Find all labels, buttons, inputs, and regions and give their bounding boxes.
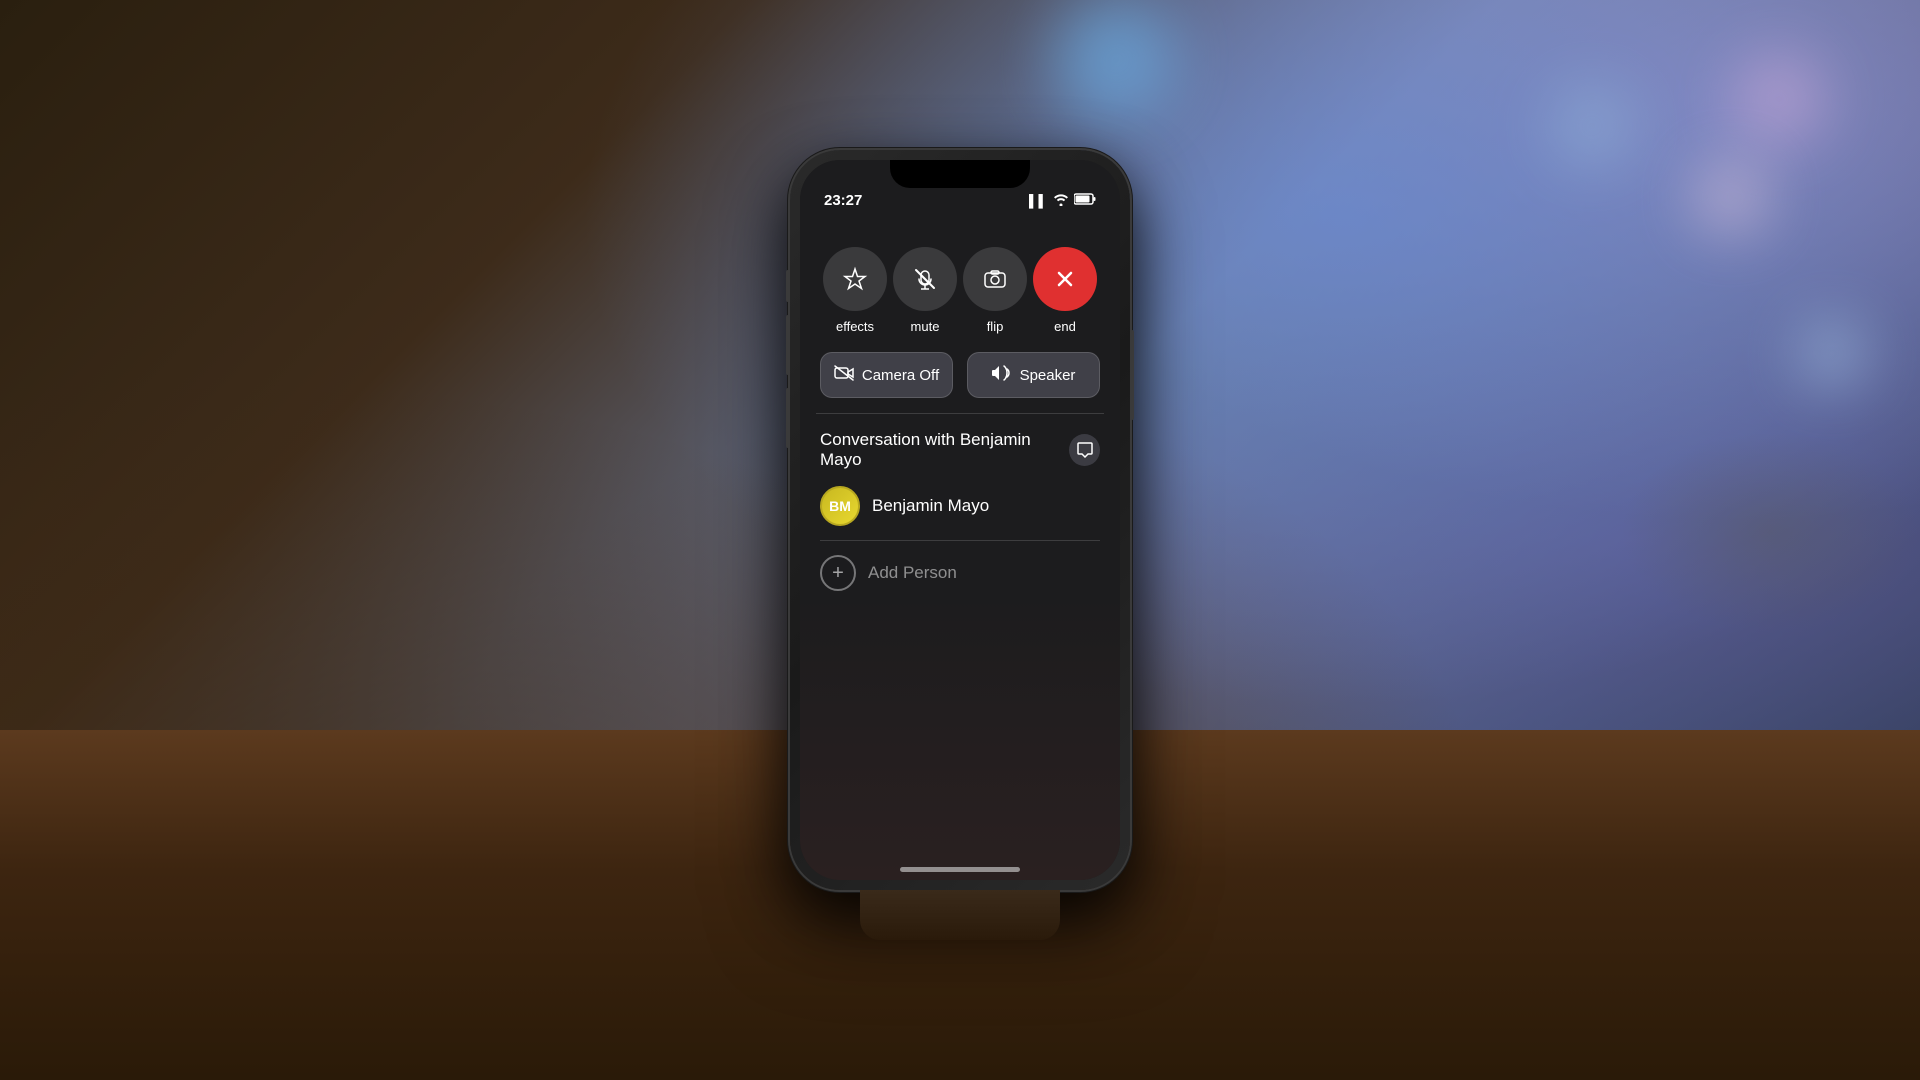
speaker-icon bbox=[992, 364, 1012, 386]
volume-up-button bbox=[786, 315, 790, 375]
end-icon-circle bbox=[1033, 247, 1097, 311]
signal-icon: ▌▌ bbox=[1029, 194, 1048, 208]
person-row: BM Benjamin Mayo bbox=[820, 486, 1100, 541]
conversation-title: Conversation with Benjamin Mayo bbox=[820, 430, 1069, 470]
bokeh-circle bbox=[1696, 162, 1766, 232]
add-person-icon: + bbox=[820, 555, 856, 591]
mute-switch bbox=[786, 270, 790, 302]
flip-icon-circle bbox=[963, 247, 1027, 311]
contact-avatar: BM bbox=[820, 486, 860, 526]
effects-button[interactable]: effects bbox=[823, 247, 887, 334]
screen-content: 23:27 ▌▌ bbox=[800, 160, 1120, 880]
avatar-initials: BM bbox=[829, 498, 851, 514]
wifi-icon bbox=[1053, 193, 1069, 209]
flip-button[interactable]: flip bbox=[963, 247, 1027, 334]
home-indicator[interactable] bbox=[900, 867, 1020, 872]
conversation-section: Conversation with Benjamin Mayo BM Benja… bbox=[800, 414, 1120, 607]
effects-label: effects bbox=[836, 319, 874, 334]
call-controls: effects bbox=[800, 227, 1120, 413]
add-person-label: Add Person bbox=[868, 563, 957, 583]
mute-button[interactable]: mute bbox=[893, 247, 957, 334]
camera-off-label: Camera Off bbox=[862, 367, 939, 384]
notch bbox=[890, 160, 1030, 188]
bokeh-circle bbox=[1802, 324, 1862, 384]
battery-icon bbox=[1074, 193, 1096, 208]
end-button[interactable]: end bbox=[1033, 247, 1097, 334]
iphone-frame: 23:27 ▌▌ bbox=[790, 150, 1130, 890]
speaker-button[interactable]: Speaker bbox=[967, 352, 1100, 398]
bokeh-circle bbox=[1056, 0, 1176, 120]
mute-label: mute bbox=[911, 319, 940, 334]
camera-off-button[interactable]: Camera Off bbox=[820, 352, 953, 398]
control-buttons-row: effects bbox=[820, 247, 1100, 334]
flip-label: flip bbox=[987, 319, 1004, 334]
conversation-header: Conversation with Benjamin Mayo bbox=[820, 430, 1100, 470]
camera-off-icon bbox=[834, 365, 854, 385]
add-person-button[interactable]: + Add Person bbox=[820, 555, 1100, 591]
toggle-row: Camera Off Speaker bbox=[820, 352, 1100, 398]
volume-down-button bbox=[786, 388, 790, 448]
bokeh-circle bbox=[1734, 54, 1824, 144]
bokeh-circle bbox=[1552, 86, 1632, 166]
effects-icon-circle bbox=[823, 247, 887, 311]
iphone-device: 23:27 ▌▌ bbox=[790, 150, 1130, 890]
end-label: end bbox=[1054, 319, 1076, 334]
status-time: 23:27 bbox=[824, 192, 862, 209]
phone-stand bbox=[860, 890, 1060, 940]
power-button bbox=[1130, 330, 1134, 420]
mute-icon-circle bbox=[893, 247, 957, 311]
background-shoe bbox=[1620, 432, 1920, 632]
status-icons: ▌▌ bbox=[1029, 193, 1096, 209]
iphone-screen: 23:27 ▌▌ bbox=[800, 160, 1120, 880]
speaker-label: Speaker bbox=[1020, 367, 1076, 384]
contact-name: Benjamin Mayo bbox=[872, 496, 989, 516]
message-icon-button[interactable] bbox=[1069, 434, 1100, 466]
